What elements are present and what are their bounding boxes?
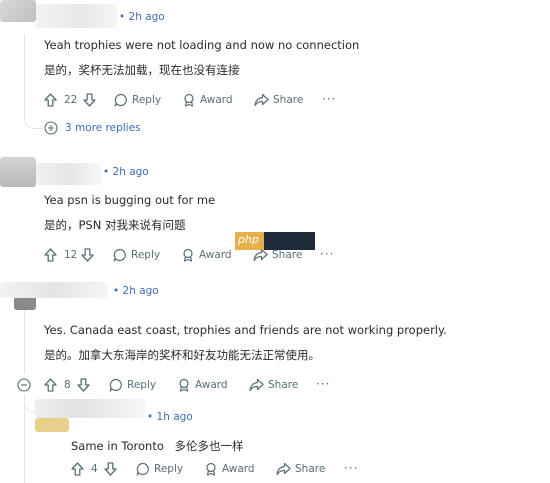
comment-bubble-icon — [109, 378, 122, 392]
reply-label: Reply — [127, 379, 157, 391]
share-button[interactable]: Share — [253, 248, 302, 262]
award-button[interactable]: Award — [204, 462, 255, 476]
share-label: Share — [272, 249, 303, 261]
upvote-icon — [44, 248, 57, 262]
share-label: Share — [295, 463, 326, 475]
watermark-text: php — [238, 233, 259, 246]
award-icon — [184, 93, 194, 107]
comment-text: Yea psn is bugging out for me — [44, 193, 216, 207]
reply-label: Reply — [132, 94, 162, 106]
thread-curve — [24, 110, 43, 129]
comment-translation: 是的，奖杯无法加载，现在也没有连接 — [44, 63, 240, 77]
comment-bubble-icon — [136, 462, 149, 476]
share-button[interactable]: Share — [254, 93, 303, 107]
username-blurred[interactable] — [36, 163, 102, 185]
comment-timestamp[interactable]: • 2h ago — [113, 285, 159, 297]
username-blurred[interactable] — [35, 399, 145, 418]
award-label: Award — [195, 379, 228, 391]
expand-plus-icon — [44, 121, 58, 135]
downvote-icon — [77, 378, 90, 392]
reply-label: Reply — [154, 463, 184, 475]
award-button[interactable]: Award — [177, 378, 228, 392]
upvote-icon — [44, 93, 57, 107]
downvote-icon — [81, 248, 94, 262]
comment-translation: 是的，PSN 对我来说有问题 — [44, 218, 186, 232]
more-options-button[interactable]: ··· — [316, 377, 330, 391]
comment-text-en: Same in Toronto — [71, 439, 164, 453]
username-blurred[interactable] — [0, 282, 108, 298]
share-label: Share — [273, 94, 304, 106]
upvote-button[interactable] — [44, 378, 57, 392]
more-options-button[interactable]: ··· — [344, 461, 358, 475]
more-replies-link[interactable]: 3 more replies — [44, 121, 141, 135]
downvote-icon — [83, 93, 96, 107]
award-icon — [179, 378, 189, 392]
share-icon — [276, 462, 291, 476]
more-replies-label: 3 more replies — [65, 122, 141, 134]
upvote-icon — [71, 462, 84, 476]
award-label: Award — [222, 463, 255, 475]
award-button[interactable]: Award — [182, 93, 233, 107]
award-label: Award — [199, 249, 232, 261]
reply-button[interactable]: Reply — [109, 378, 156, 392]
reply-label: Reply — [131, 249, 161, 261]
vote-count: 8 — [64, 379, 71, 391]
upvote-button[interactable] — [44, 93, 57, 107]
award-label: Award — [200, 94, 233, 106]
share-label: Share — [268, 379, 299, 391]
comment-bubble-icon — [114, 93, 127, 107]
share-icon — [253, 248, 268, 262]
share-button[interactable]: Share — [276, 462, 325, 476]
reply-button[interactable]: Reply — [113, 248, 160, 262]
downvote-button[interactable] — [81, 248, 94, 262]
vote-count: 4 — [91, 463, 98, 475]
upvote-icon — [44, 378, 57, 392]
reply-button[interactable]: Reply — [136, 462, 183, 476]
username-blurred[interactable] — [36, 4, 118, 28]
share-button[interactable]: Share — [249, 378, 298, 392]
award-icon — [206, 462, 216, 476]
thread-line — [24, 310, 25, 374]
downvote-button[interactable] — [77, 378, 90, 392]
collapse-minus-icon — [17, 378, 31, 392]
vote-count: 12 — [64, 249, 78, 261]
thread-curve — [24, 398, 35, 413]
comment-text: Yes. Canada east coast, trophies and fri… — [44, 323, 447, 337]
downvote-icon — [104, 462, 117, 476]
comment-timestamp[interactable]: • 2h ago — [119, 11, 165, 23]
downvote-button[interactable] — [104, 462, 117, 476]
comment-timestamp[interactable]: • 1h ago — [147, 411, 193, 423]
watermark-logo: php — [235, 232, 315, 250]
downvote-button[interactable] — [83, 93, 96, 107]
comment-text: Same in Toronto 多伦多也一样 — [71, 438, 244, 454]
reply-button[interactable]: Reply — [114, 93, 161, 107]
share-icon — [254, 93, 269, 107]
collapse-thread-button[interactable] — [17, 378, 31, 392]
comment-text: Yeah trophies were not loading and now n… — [44, 38, 360, 52]
avatar[interactable] — [14, 296, 36, 310]
share-icon — [249, 378, 264, 392]
award-icon — [183, 248, 193, 262]
more-options-button[interactable]: ··· — [320, 247, 334, 261]
comment-timestamp[interactable]: • 2h ago — [103, 166, 149, 178]
avatar[interactable] — [0, 0, 36, 22]
vote-count: 22 — [64, 94, 78, 106]
avatar[interactable] — [35, 418, 69, 432]
upvote-button[interactable] — [44, 248, 57, 262]
award-button[interactable]: Award — [181, 248, 232, 262]
thread-line — [24, 34, 25, 118]
comment-translation: 是的。加拿大东海岸的奖杯和好友功能无法正常使用。 — [44, 348, 320, 362]
comment-translation: 多伦多也一样 — [174, 439, 244, 453]
more-options-button[interactable]: ··· — [322, 92, 336, 106]
upvote-button[interactable] — [71, 462, 84, 476]
avatar[interactable] — [0, 157, 36, 187]
comment-bubble-icon — [113, 248, 126, 262]
